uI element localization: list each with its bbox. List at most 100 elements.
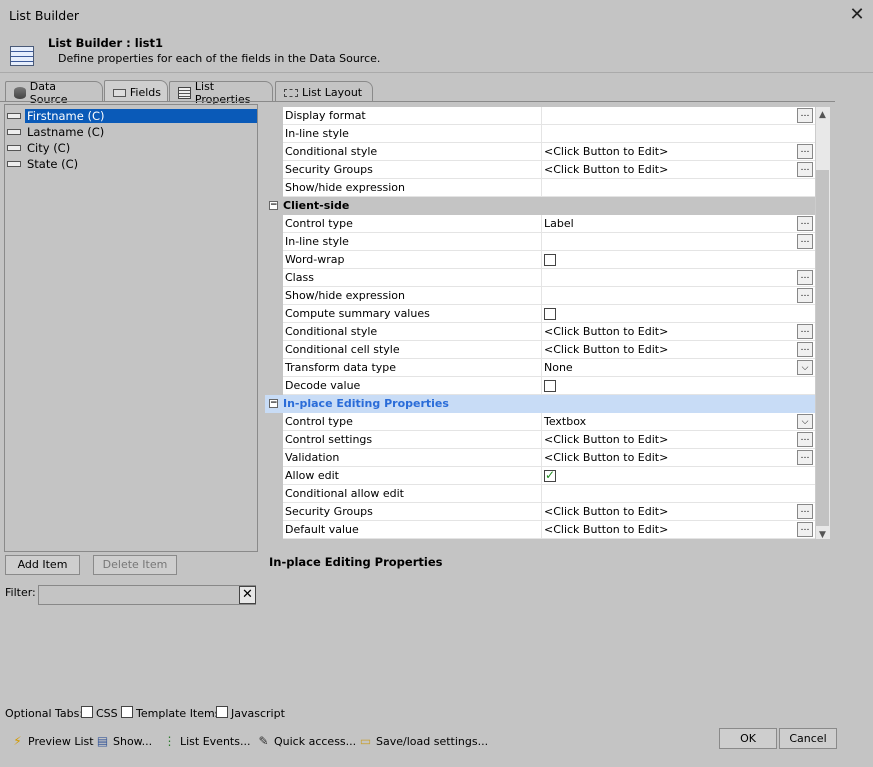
clear-filter-icon[interactable]: ✕ (239, 586, 256, 604)
prop-row-control-type[interactable]: Control type Textbox ⌵ (265, 413, 815, 431)
compute-summary-checkbox[interactable] (544, 308, 556, 320)
quick-access-button[interactable]: ✎ Quick access... (257, 733, 356, 750)
ellipsis-button[interactable]: … (797, 108, 813, 123)
row-gutter (265, 161, 283, 179)
row-gutter (265, 431, 283, 449)
ellipsis-button[interactable]: … (797, 144, 813, 159)
prop-row-conditional-allow-edit[interactable]: Conditional allow edit (265, 485, 815, 503)
ellipsis-button[interactable]: … (797, 270, 813, 285)
prop-row-conditional-cell-style[interactable]: Conditional cell style <Click Button to … (265, 341, 815, 359)
decode-value-checkbox[interactable] (544, 380, 556, 392)
chevron-down-icon[interactable]: ⌵ (797, 360, 813, 375)
prop-name: Security Groups (285, 163, 373, 176)
ellipsis-button[interactable]: … (797, 216, 813, 231)
list-item-state[interactable]: State (C) (5, 156, 257, 171)
prop-row-conditional-style[interactable]: Conditional style <Click Button to Edit>… (265, 323, 815, 341)
prop-row-conditional-style[interactable]: Conditional style <Click Button to Edit>… (265, 143, 815, 161)
ellipsis-button[interactable]: … (797, 342, 813, 357)
add-item-button[interactable]: Add Item (5, 555, 80, 575)
tab-fields[interactable]: Fields (104, 80, 168, 102)
cancel-button[interactable]: Cancel (779, 728, 837, 749)
delete-item-button[interactable]: Delete Item (93, 555, 177, 575)
prop-value[interactable]: <Click Button to Edit>… (541, 521, 815, 539)
prop-value[interactable] (541, 467, 815, 485)
ellipsis-button[interactable]: … (797, 450, 813, 465)
prop-value[interactable] (541, 485, 815, 503)
prop-value[interactable] (541, 377, 815, 395)
prop-row-show-hide-expression[interactable]: Show/hide expression … (265, 287, 815, 305)
ellipsis-button[interactable]: … (797, 324, 813, 339)
prop-value[interactable]: … (541, 269, 815, 287)
tab-list-properties[interactable]: List Properties (169, 80, 273, 106)
prop-row-inline-style[interactable]: In-line style (265, 125, 815, 143)
prop-value[interactable]: … (541, 233, 815, 251)
filter-input[interactable] (38, 585, 256, 605)
prop-row-show-hide-expression[interactable]: Show/hide expression (265, 179, 815, 197)
preview-list-button[interactable]: ⚡ Preview List (11, 733, 93, 750)
list-item-city[interactable]: City (C) (5, 140, 257, 155)
list-item-lastname[interactable]: Lastname (C) (5, 124, 257, 139)
javascript-checkbox[interactable] (216, 706, 228, 718)
prop-value[interactable]: <Click Button to Edit>… (541, 143, 815, 161)
prop-value[interactable]: <Click Button to Edit>… (541, 161, 815, 179)
prop-name: Display format (285, 109, 366, 122)
tab-list-layout[interactable]: List Layout (275, 81, 373, 101)
prop-row-class[interactable]: Class … (265, 269, 815, 287)
template-items-checkbox[interactable] (121, 706, 133, 718)
prop-row-control-settings[interactable]: Control settings <Click Button to Edit>… (265, 431, 815, 449)
prop-value[interactable]: <Click Button to Edit>… (541, 431, 815, 449)
prop-value[interactable]: None ⌵ (541, 359, 815, 377)
ok-button[interactable]: OK (719, 728, 777, 749)
ellipsis-button[interactable]: … (797, 288, 813, 303)
prop-value[interactable]: <Click Button to Edit>… (541, 341, 815, 359)
prop-row-default-value[interactable]: Default value <Click Button to Edit>… (265, 521, 815, 539)
save-load-settings-button[interactable]: ▭ Save/load settings... (359, 733, 488, 750)
prop-value[interactable]: <Click Button to Edit>… (541, 323, 815, 341)
ellipsis-button[interactable]: … (797, 522, 813, 537)
prop-value[interactable]: … (541, 287, 815, 305)
scrollbar-thumb[interactable] (816, 170, 829, 526)
collapse-toggle[interactable]: − (269, 399, 278, 408)
prop-name: Show/hide expression (285, 181, 405, 194)
allow-edit-checkbox[interactable] (544, 468, 556, 482)
prop-row-security-groups[interactable]: Security Groups <Click Button to Edit>… (265, 503, 815, 521)
prop-value[interactable] (541, 305, 815, 323)
category-label: Client-side (283, 199, 350, 212)
prop-row-security-groups[interactable]: Security Groups <Click Button to Edit>… (265, 161, 815, 179)
prop-row-compute-summary-values[interactable]: Compute summary values (265, 305, 815, 323)
close-icon[interactable]: ✕ (846, 4, 868, 26)
prop-row-inline-style[interactable]: In-line style … (265, 233, 815, 251)
prop-row-word-wrap[interactable]: Word-wrap (265, 251, 815, 269)
collapse-toggle[interactable]: − (269, 201, 278, 210)
ellipsis-button[interactable]: … (797, 162, 813, 177)
prop-row-transform-data-type[interactable]: Transform data type None ⌵ (265, 359, 815, 377)
ellipsis-button[interactable]: … (797, 504, 813, 519)
prop-row-decode-value[interactable]: Decode value (265, 377, 815, 395)
prop-value[interactable]: Label… (541, 215, 815, 233)
prop-row-control-type[interactable]: Control type Label… (265, 215, 815, 233)
prop-value[interactable]: <Click Button to Edit>… (541, 449, 815, 467)
prop-value[interactable]: … (541, 107, 815, 125)
prop-value[interactable]: Textbox ⌵ (541, 413, 815, 431)
chevron-down-icon[interactable]: ⌵ (797, 414, 813, 429)
ellipsis-button[interactable]: … (797, 234, 813, 249)
property-grid[interactable]: Display format … In-line style Condition… (265, 107, 815, 539)
scroll-down-icon[interactable]: ▼ (815, 527, 830, 543)
prop-row-display-format[interactable]: Display format … (265, 107, 815, 125)
word-wrap-checkbox[interactable] (544, 254, 556, 266)
prop-row-validation[interactable]: Validation <Click Button to Edit>… (265, 449, 815, 467)
prop-value[interactable]: <Click Button to Edit>… (541, 503, 815, 521)
prop-row-allow-edit[interactable]: Allow edit (265, 467, 815, 485)
show-button[interactable]: ▤ Show... (96, 733, 152, 750)
prop-value[interactable] (541, 179, 815, 197)
field-icon (113, 88, 126, 97)
tab-data-source[interactable]: Data Source (5, 80, 103, 106)
list-item-firstname[interactable]: Firstname (C) (5, 108, 257, 123)
prop-value[interactable] (541, 251, 815, 269)
css-checkbox[interactable] (81, 706, 93, 718)
ellipsis-button[interactable]: … (797, 432, 813, 447)
prop-value[interactable] (541, 125, 815, 143)
scroll-up-icon[interactable]: ▲ (815, 107, 830, 123)
field-list[interactable]: Firstname (C) Lastname (C) City (C) Stat… (4, 104, 258, 552)
list-events-button[interactable]: ⋮ List Events... (163, 733, 251, 750)
